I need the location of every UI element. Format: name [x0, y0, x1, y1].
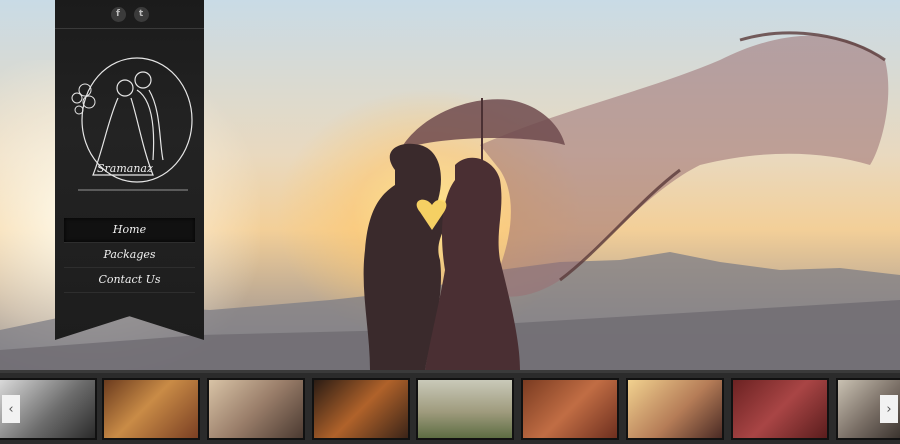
gallery-thumbnail[interactable]	[523, 380, 617, 438]
gallery-thumbnail[interactable]	[628, 380, 722, 438]
nav-item-contact-us[interactable]: Contact Us	[64, 268, 195, 293]
gallery-next-button[interactable]: ›	[880, 395, 898, 423]
gallery-thumbnail[interactable]	[314, 380, 408, 438]
facebook-icon[interactable]: f	[110, 6, 126, 22]
nav-item-home[interactable]: Home	[64, 218, 195, 243]
sidebar-ribbon: f t Sramanaz Home Packages Contact Us	[55, 0, 204, 340]
gallery-thumbnail[interactable]	[104, 380, 198, 438]
main-nav: Home Packages Contact Us	[64, 218, 195, 293]
nav-item-packages[interactable]: Packages	[64, 243, 195, 268]
social-links: f t	[55, 0, 204, 29]
brand-logo-icon[interactable]	[63, 50, 197, 200]
brand-name: Sramanaz	[97, 162, 153, 175]
thumbnail-gallery: ‹ ›	[0, 370, 900, 444]
gallery-thumbnail[interactable]	[418, 380, 512, 438]
twitter-icon[interactable]: t	[133, 6, 149, 22]
gallery-prev-button[interactable]: ‹	[2, 395, 20, 423]
gallery-thumbnail[interactable]	[209, 380, 303, 438]
gallery-thumbnail[interactable]	[733, 380, 827, 438]
